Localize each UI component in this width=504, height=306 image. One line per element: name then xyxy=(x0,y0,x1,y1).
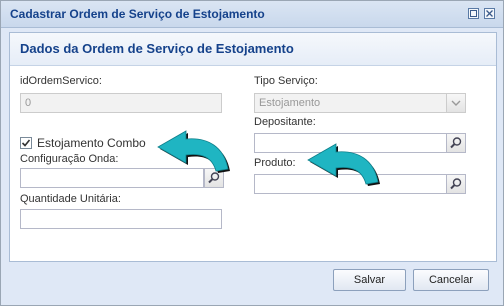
magnifier-glyph xyxy=(450,137,462,149)
depositante-search-icon[interactable] xyxy=(446,133,466,153)
window-title: Cadastrar Ordem de Serviço de Estojament… xyxy=(10,7,265,21)
cancel-button[interactable]: Cancelar xyxy=(413,269,489,291)
id-ordem-servico-field[interactable] xyxy=(20,93,222,113)
check-icon xyxy=(21,139,31,147)
close-icon[interactable] xyxy=(484,8,495,19)
panel-header: Dados da Ordem de Serviço de Estojamento xyxy=(10,33,496,66)
dialog-window: Cadastrar Ordem de Serviço de Estojament… xyxy=(0,0,504,306)
maximize-glyph xyxy=(470,10,477,17)
depositante-label: Depositante: xyxy=(254,116,316,128)
title-bar: Cadastrar Ordem de Serviço de Estojament… xyxy=(1,1,503,28)
config-onda-label: Configuração Onda: xyxy=(20,153,119,165)
estojamento-combo-checkbox[interactable] xyxy=(20,137,32,149)
estojamento-combo-label: Estojamento Combo xyxy=(37,136,146,150)
annotation-arrow-icon xyxy=(157,130,230,173)
quantidade-label: Quantidade Unitária: xyxy=(20,193,121,205)
close-glyph xyxy=(486,10,493,17)
magnifier-glyph xyxy=(450,178,462,190)
produto-search-icon[interactable] xyxy=(446,174,466,194)
panel-title: Dados da Ordem de Serviço de Estojamento xyxy=(20,41,294,56)
quantidade-unitaria-field[interactable] xyxy=(20,209,222,229)
tipo-servico-label: Tipo Serviço: xyxy=(254,75,318,87)
maximize-icon[interactable] xyxy=(468,8,479,19)
chevron-down-icon xyxy=(451,100,461,106)
produto-label: Produto: xyxy=(254,157,296,169)
save-button[interactable]: Salvar xyxy=(333,269,406,291)
tipo-servico-select[interactable] xyxy=(254,93,448,113)
form-panel: Dados da Ordem de Serviço de Estojamento… xyxy=(9,32,497,262)
id-label: idOrdemServico: xyxy=(20,75,102,87)
tipo-servico-dropdown-icon[interactable] xyxy=(446,93,466,113)
annotation-arrow-icon xyxy=(307,143,380,186)
